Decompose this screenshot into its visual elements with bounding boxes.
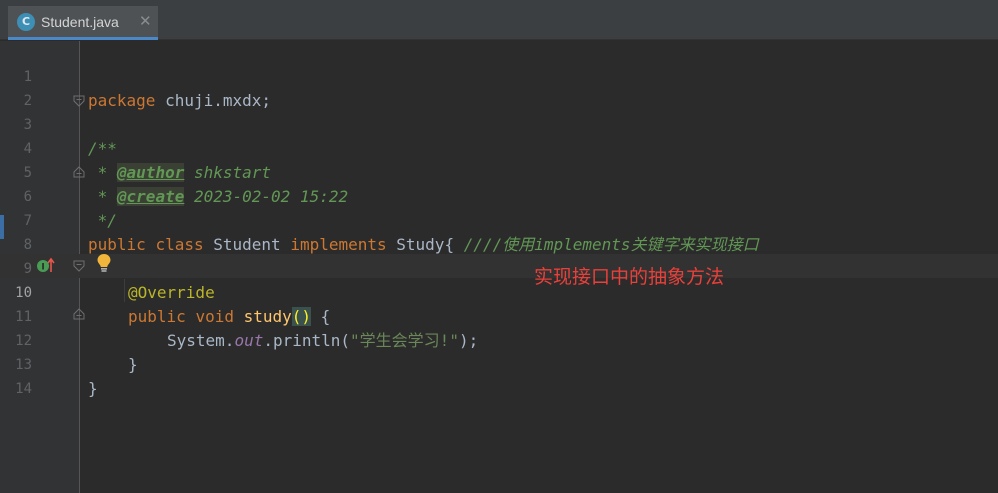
code-line: 4 * @author shkstart [0, 113, 998, 182]
code-line: 14 [0, 353, 998, 397]
tab-student-java[interactable]: C Student.java ✕ [8, 6, 158, 40]
code-line: 13 } [0, 329, 998, 398]
code-line: 9 @Override [0, 233, 998, 302]
code-line: 10 public void study() { [0, 257, 998, 326]
indent-guide [124, 279, 125, 302]
code-line: 1 package chuji.mxdx; [0, 41, 998, 110]
editor-tab-bar: C Student.java ✕ [0, 0, 998, 40]
fold-open-icon[interactable] [73, 95, 85, 107]
java-class-icon: C [17, 12, 35, 31]
code-text: } [88, 379, 98, 398]
lightbulb-icon[interactable] [96, 253, 112, 277]
annotation-note: 实现接口中的抽象方法 [534, 266, 725, 288]
code-line: 7 public class Student implements Study{… [0, 185, 998, 254]
code-line: 12 } [0, 305, 998, 374]
fold-open-icon[interactable] [73, 260, 85, 272]
code-line: 8 [0, 209, 998, 253]
line-number: 14 [15, 381, 32, 397]
fold-close-icon[interactable] [73, 166, 85, 178]
code-line: 2 [0, 65, 998, 109]
fold-close-icon[interactable] [73, 308, 85, 320]
code-line: 3 /** [0, 89, 998, 158]
svg-text:I: I [41, 263, 44, 273]
implements-method-icon[interactable]: I [36, 257, 56, 279]
close-icon[interactable]: ✕ [139, 12, 152, 30]
code-line: 5 * @create 2023-02-02 15:22 [0, 137, 998, 206]
code-line: 11 System.out.println("学生会学习!"); [0, 281, 998, 350]
tab-label: Student.java [41, 13, 119, 30]
code-line: 6 */ [0, 161, 998, 230]
